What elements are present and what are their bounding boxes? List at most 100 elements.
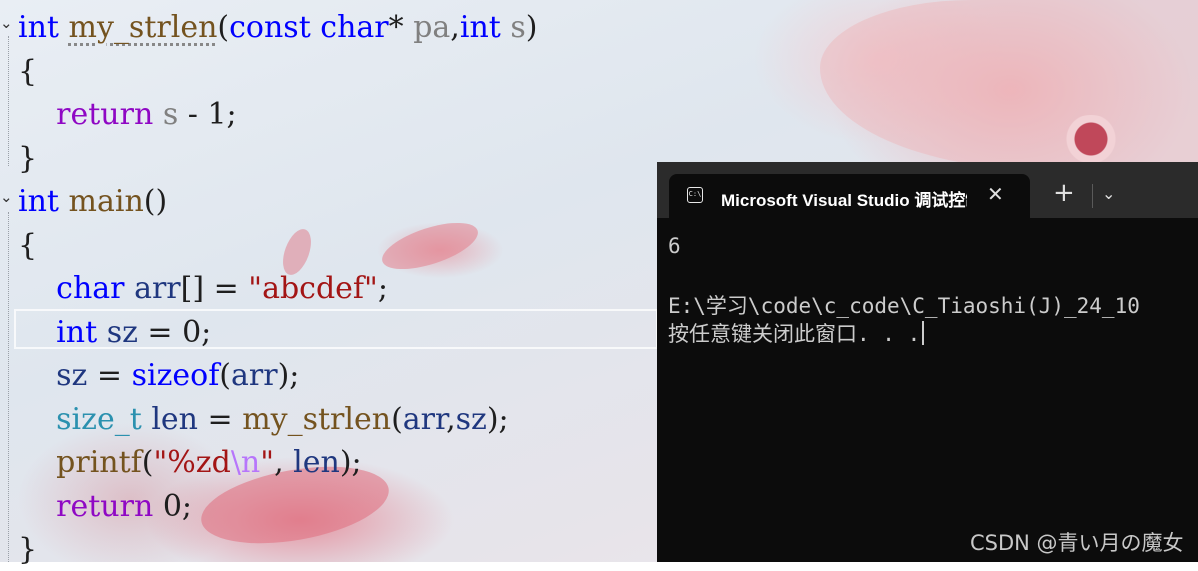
code-token: printf — [56, 445, 142, 480]
code-token: arr — [231, 358, 278, 393]
code-token: int — [56, 314, 98, 350]
code-token: int — [459, 10, 501, 45]
code-token: ); — [486, 401, 509, 437]
code-token: size_t — [56, 401, 142, 437]
code-line[interactable]: sz = sizeof(arr); — [18, 354, 299, 397]
code-token: my_strlen — [242, 401, 392, 437]
tab-title: Microsoft Visual Studio 调试控制台 — [721, 191, 967, 210]
code-token: ; — [377, 271, 388, 306]
console-prompt-text: 按任意键关闭此窗口. . . — [668, 322, 921, 346]
code-token: ); — [277, 358, 300, 393]
background-artwork-eye — [1060, 115, 1122, 163]
code-line[interactable]: return 0; — [18, 485, 192, 528]
code-token: const — [229, 10, 311, 45]
code-token: - 1; — [178, 97, 237, 132]
code-line[interactable]: } — [18, 137, 37, 180]
code-token: len — [293, 445, 340, 480]
console-output-line: 按任意键关闭此窗口. . . — [668, 318, 925, 348]
code-token: { — [18, 53, 38, 89]
code-line[interactable]: char arr[] = "abcdef"; — [18, 267, 388, 310]
code-token: sz — [56, 358, 88, 393]
code-token: sz — [106, 314, 138, 350]
console-tab[interactable]: C:\ Microsoft Visual Studio 调试控制台 ✕ — [669, 174, 1030, 218]
code-token: char — [320, 10, 389, 45]
code-token: { — [18, 227, 38, 263]
tab-bar: C:\ Microsoft Visual Studio 调试控制台 ✕ + ⌄ — [657, 162, 1198, 218]
code-line[interactable]: int main() — [18, 180, 167, 223]
code-token: return — [56, 97, 154, 132]
code-token: int — [18, 184, 59, 219]
code-token: main — [68, 184, 144, 219]
background-artwork — [820, 0, 1198, 170]
code-token: ( — [141, 445, 154, 480]
code-token: ); — [339, 445, 362, 480]
code-token: char — [56, 271, 125, 306]
console-window[interactable]: C:\ Microsoft Visual Studio 调试控制台 ✕ + ⌄ … — [657, 162, 1198, 562]
fold-toggle-icon[interactable]: ⌄ — [0, 188, 13, 206]
code-line[interactable]: size_t len = my_strlen(arr,sz); — [18, 398, 509, 441]
code-token: arr — [402, 401, 447, 437]
code-token: return — [56, 488, 154, 524]
code-line[interactable]: } — [18, 528, 37, 571]
code-token: = 0; — [137, 314, 212, 350]
code-token: \n — [230, 445, 261, 480]
code-token: "%zd — [153, 445, 231, 480]
code-token: " — [260, 445, 275, 480]
code-token: "abcdef" — [248, 271, 378, 306]
code-token: [] = — [180, 271, 249, 306]
code-token: = — [87, 358, 132, 393]
watermark: CSDN @青い月の魔女 — [970, 531, 1184, 555]
code-token: sizeof — [131, 358, 220, 393]
code-token: , — [450, 10, 460, 45]
code-token: ( — [217, 10, 230, 45]
code-token: , — [274, 445, 294, 480]
code-line[interactable]: int my_strlen(const char* pa,int s) — [18, 6, 538, 49]
new-tab-button[interactable]: + — [1053, 180, 1075, 206]
code-token: arr — [134, 271, 181, 306]
code-token: s — [510, 10, 526, 45]
code-token: my_strlen — [68, 10, 218, 45]
code-line[interactable]: { — [18, 50, 37, 93]
console-output-line: 6 — [668, 234, 681, 258]
code-token: ( — [391, 401, 403, 437]
terminal-icon: C:\ — [687, 187, 703, 203]
tab-separator — [1092, 184, 1093, 208]
code-token: len — [151, 401, 198, 437]
code-token: s — [162, 97, 179, 132]
code-token: = — [197, 401, 243, 437]
dropdown-chevron-icon[interactable]: ⌄ — [1102, 184, 1115, 203]
scope-guide-line — [8, 212, 9, 562]
code-token: sz — [455, 401, 487, 437]
scope-guide-line — [8, 36, 9, 166]
fold-toggle-icon[interactable]: ⌄ — [0, 14, 13, 32]
code-line[interactable]: printf("%zd\n", len); — [18, 441, 362, 484]
code-line[interactable]: { — [18, 224, 37, 267]
code-line[interactable]: int sz = 0; — [18, 311, 211, 354]
code-token: pa — [413, 10, 451, 45]
console-output-line: E:\学习\code\c_code\C_Tiaoshi(J)_24_10 — [668, 294, 1140, 318]
code-token: , — [446, 401, 456, 437]
background-petal — [376, 213, 484, 279]
code-token: * — [388, 10, 414, 45]
code-line[interactable]: return s - 1; — [18, 93, 237, 136]
close-tab-icon[interactable]: ✕ — [987, 182, 1004, 206]
code-token: ( — [219, 358, 232, 393]
code-token: () — [143, 184, 168, 219]
text-cursor — [922, 321, 925, 345]
code-token: 0; — [153, 488, 193, 524]
code-token: } — [18, 140, 38, 176]
code-token: int — [18, 10, 59, 45]
